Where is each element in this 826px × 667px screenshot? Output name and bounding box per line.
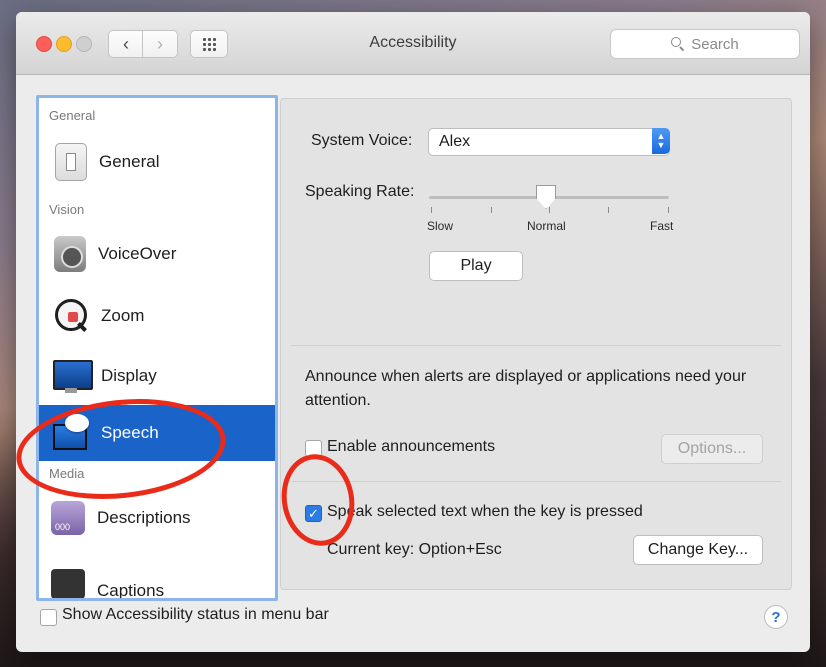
options-button[interactable]: Options... [661,434,763,464]
category-general: General [49,108,96,123]
help-button[interactable]: ? [764,605,788,629]
general-switch-icon [55,143,87,181]
search-icon [671,37,685,51]
section-divider [291,481,781,482]
slider-tick [668,207,669,213]
captions-icon [51,569,85,598]
enable-announcements-checkbox[interactable] [305,440,322,457]
system-preferences-window: ‹ › Accessibility Search General General… [16,12,810,652]
sidebar-item-general[interactable]: General [39,134,275,190]
slider-tick [608,207,609,213]
popup-arrows-icon: ▲ ▼ [652,128,670,154]
slider-tick [549,207,550,213]
category-vision: Vision [49,202,85,217]
accessibility-sidebar[interactable]: General General Vision VoiceOver Zoom Di… [36,95,278,601]
speech-settings-panel: System Voice: Alex ▲ ▼ Speaking Rate: Slo… [280,98,792,590]
sidebar-item-label: Display [101,366,157,385]
play-button[interactable]: Play [429,251,523,281]
search-field[interactable]: Search [610,29,800,59]
rate-normal-label: Normal [527,219,566,233]
sidebar-item-zoom[interactable]: Zoom [39,288,275,344]
voiceover-icon [54,236,86,272]
section-divider [291,345,781,346]
system-voice-select[interactable]: Alex ▲ ▼ [428,128,670,156]
help-icon: ? [771,608,781,626]
show-status-checkbox[interactable] [40,609,57,626]
zoom-magnifier-icon [51,297,89,335]
enable-announcements-label: Enable announcements [327,438,496,455]
sidebar-item-label: General [99,152,160,171]
sidebar-item-label: Speech [101,423,159,442]
sidebar-item-label: Zoom [101,306,145,325]
announce-description: Announce when alerts are displayed or ap… [305,368,747,409]
sidebar-item-captions[interactable]: Captions [39,548,275,600]
speech-bubble-icon [51,414,89,452]
rate-slow-label: Slow [427,219,454,233]
system-voice-label: System Voice: [311,132,413,149]
sidebar-item-label: Descriptions [97,508,191,527]
sidebar-item-descriptions[interactable]: Descriptions [39,490,275,546]
slider-tick [431,207,432,213]
descriptions-icon [51,501,85,535]
current-key-label: Current key: Option+Esc [327,541,502,558]
speaking-rate-label: Speaking Rate: [305,183,415,200]
system-voice-value: Alex [439,133,471,150]
slider-tick [491,207,492,213]
change-key-button[interactable]: Change Key... [633,535,763,565]
title-bar: ‹ › Accessibility Search [16,12,810,75]
speak-selected-text-label: Speak selected text when the key is pres… [327,503,643,520]
category-media: Media [49,466,85,481]
show-status-label: Show Accessibility status in menu bar [62,606,329,623]
display-monitor-icon [51,357,93,395]
rate-fast-label: Fast [650,219,674,233]
speaking-rate-slider-knob[interactable] [536,185,556,209]
speak-selected-text-checkbox[interactable]: ✓ [305,505,322,522]
sidebar-item-label: Captions [97,581,165,600]
sidebar-item-label: VoiceOver [98,244,177,263]
sidebar-item-speech[interactable]: Speech [39,405,275,461]
sidebar-item-display[interactable]: Display [39,348,275,404]
search-placeholder: Search [691,35,739,53]
sidebar-item-voiceover[interactable]: VoiceOver [39,226,275,282]
